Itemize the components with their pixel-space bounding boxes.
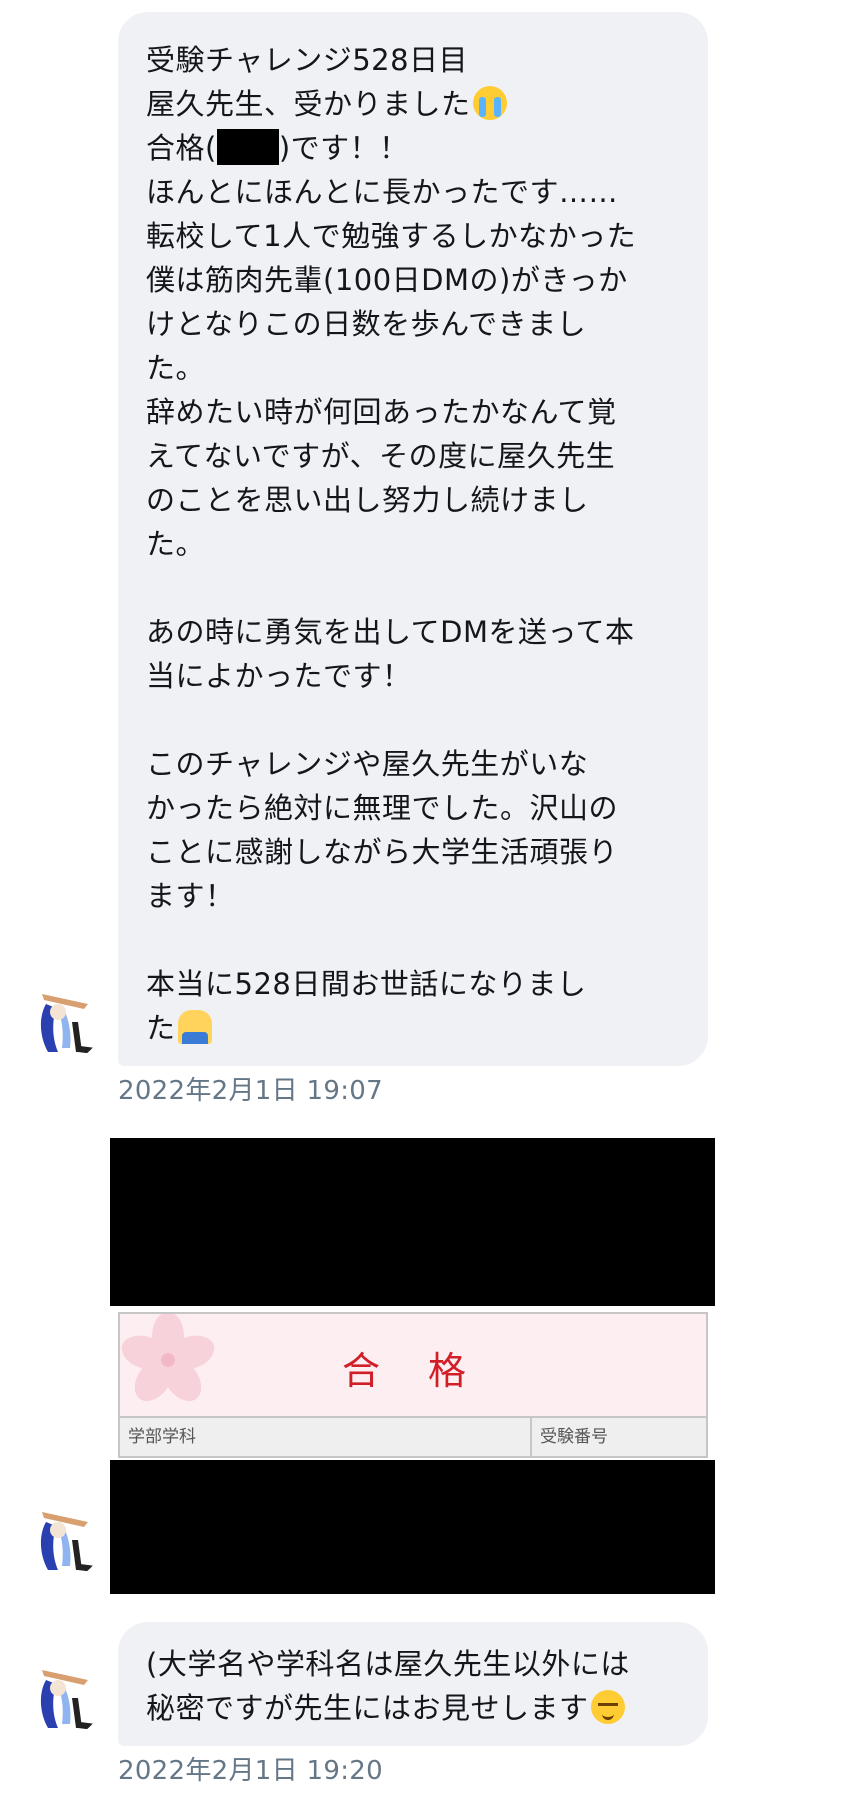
message-line-blank: [146, 566, 690, 610]
person-bowing-icon: [177, 1010, 212, 1044]
user-avatar-icon[interactable]: [22, 982, 102, 1062]
message-line-blank: [146, 698, 690, 742]
user-avatar-icon[interactable]: [22, 1658, 102, 1738]
redaction-bar: [216, 129, 279, 165]
message-line: (大学名や学科名は屋久先生以外には: [146, 1647, 630, 1681]
message-line: た。: [146, 351, 206, 385]
relieved-face-icon: [590, 1690, 625, 1724]
message-line: のことを思い出し努力し続けまし: [146, 483, 589, 517]
user-avatar-icon[interactable]: [22, 1500, 102, 1580]
message-line: あの時に勇気を出してDMを送って本: [146, 615, 635, 649]
message-text: 屋久先生、受かりました: [146, 87, 471, 121]
message-line: ことに感謝しながら大学生活頑張り: [146, 835, 619, 869]
result-columns: 学部学科 受験番号: [120, 1418, 706, 1456]
message-bubble[interactable]: 受験チャレンジ528日目 屋久先生、受かりました 合格( )です！！ ほんとにほん…: [118, 12, 708, 1066]
message-line: 受験チャレンジ528日目: [146, 43, 469, 77]
message-line: 秘密ですが先生にはお見せします: [146, 1686, 690, 1730]
message-line: えてないですが、その度に屋久先生: [146, 439, 616, 473]
message-line: このチャレンジや屋久先生がいな: [146, 747, 589, 781]
message-line: 僕は筋肉先輩(100日DMの)がきっか: [146, 263, 628, 297]
message-timestamp: 2022年2月1日 19:07: [118, 1076, 383, 1106]
message-line: 辞めたい時が何回あったかなんて覚: [146, 395, 617, 429]
message-text: た: [146, 1011, 176, 1045]
redaction-block: [110, 1460, 715, 1594]
message-text: 合格(: [146, 131, 217, 165]
message-line: 転校して1人で勉強するしかなかった: [146, 219, 637, 253]
redaction-block: [110, 1138, 715, 1306]
message-line: 合格( )です！！: [146, 126, 690, 170]
message-line: 本当に528日間お世話になりまし: [146, 967, 587, 1001]
message-line-blank: [146, 918, 690, 962]
message-line: 屋久先生、受かりました: [146, 82, 690, 126]
loudly-crying-face-icon: [472, 86, 507, 120]
result-header: 合 格: [120, 1314, 706, 1418]
message-line: 当によかったです！: [146, 659, 412, 693]
message-line: ます！: [146, 879, 235, 913]
message-line: た: [146, 1006, 690, 1050]
message-line: けとなりこの日数を歩んできまし: [146, 307, 587, 341]
message-bubble[interactable]: (大学名や学科名は屋久先生以外には 秘密ですが先生にはお見せします: [118, 1622, 708, 1746]
message-line: た。: [146, 527, 206, 561]
message-line: かったら絶対に無理でした。沢山の: [146, 791, 619, 825]
message-text: 秘密ですが先生にはお見せします: [146, 1691, 589, 1725]
message-timestamp: 2022年2月1日 19:20: [118, 1756, 383, 1786]
column-exam-number: 受験番号: [540, 1427, 608, 1447]
message-line: ほんとにほんとに長かったです……: [146, 175, 619, 209]
result-title: 合 格: [341, 1349, 485, 1393]
avatar-illustration: [40, 994, 96, 1054]
avatar-illustration: [40, 1512, 96, 1572]
avatar-illustration: [40, 1670, 96, 1730]
column-faculty: 学部学科: [120, 1418, 532, 1456]
exam-result-card[interactable]: 合 格 学部学科 受験番号: [118, 1312, 708, 1458]
message-text: )です！！: [278, 131, 409, 165]
